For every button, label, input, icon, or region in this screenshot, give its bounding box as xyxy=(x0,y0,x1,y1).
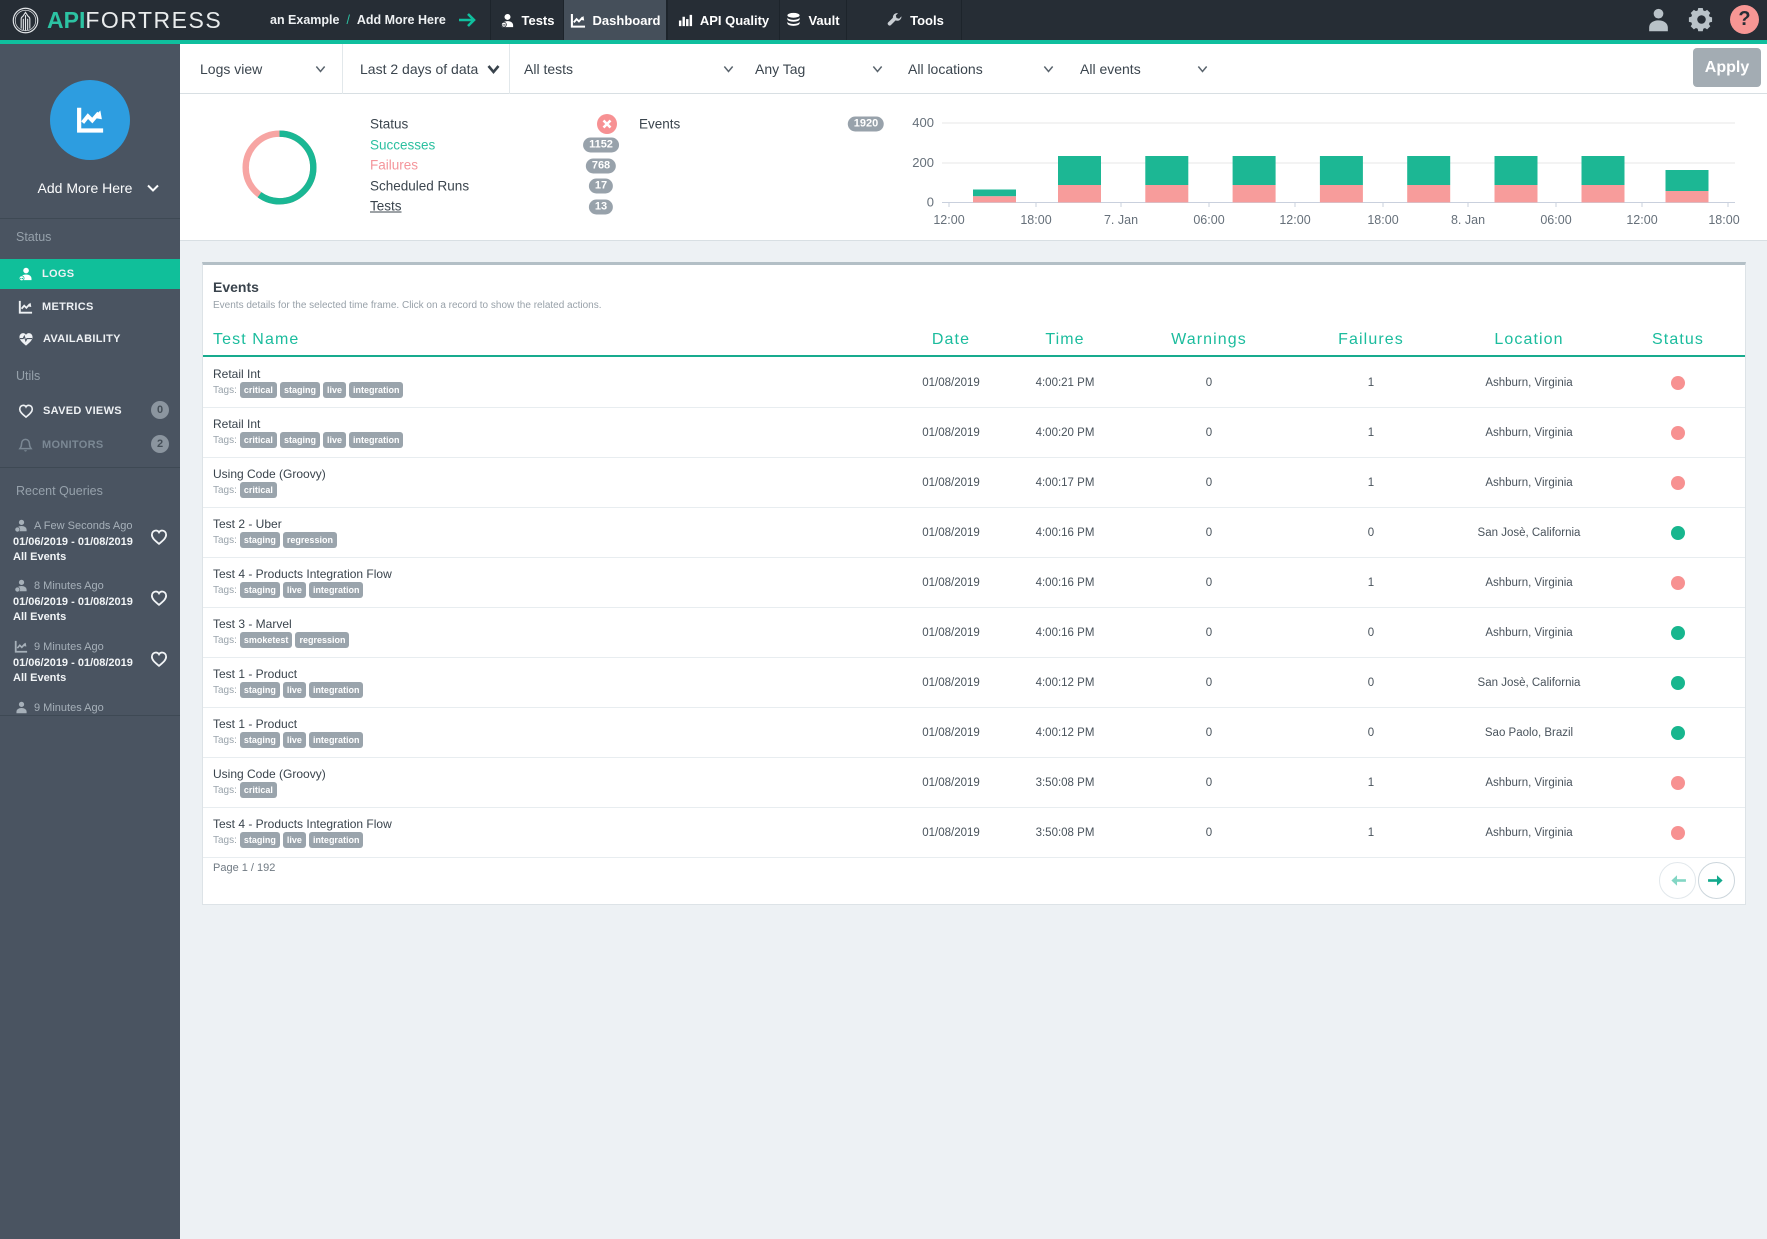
svg-text:400: 400 xyxy=(912,115,934,130)
svg-text:18:00: 18:00 xyxy=(1367,213,1398,227)
svg-text:18:00: 18:00 xyxy=(1708,213,1739,227)
svg-text:12:00: 12:00 xyxy=(1279,213,1310,227)
svg-text:12:00: 12:00 xyxy=(933,213,964,227)
svg-text:18:00: 18:00 xyxy=(1020,213,1051,227)
svg-text:200: 200 xyxy=(912,155,934,170)
svg-text:8. Jan: 8. Jan xyxy=(1451,213,1485,227)
svg-text:06:00: 06:00 xyxy=(1193,213,1224,227)
svg-text:0: 0 xyxy=(927,195,934,210)
svg-text:7. Jan: 7. Jan xyxy=(1104,213,1138,227)
svg-text:06:00: 06:00 xyxy=(1540,213,1571,227)
svg-text:12:00: 12:00 xyxy=(1626,213,1657,227)
